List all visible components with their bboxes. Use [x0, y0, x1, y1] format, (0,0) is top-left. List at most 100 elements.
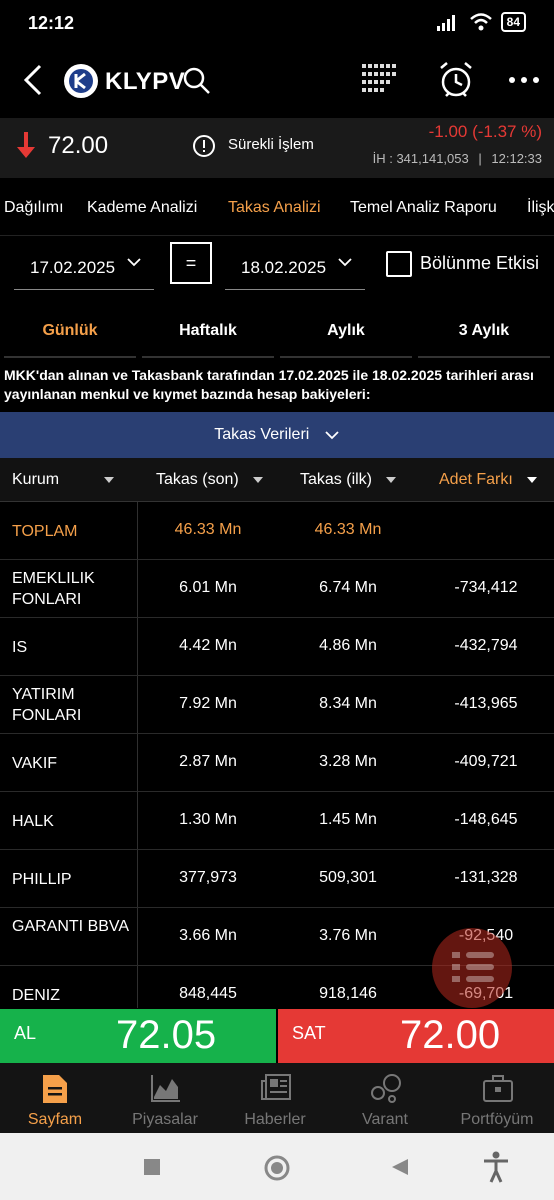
chevron-down-icon [325, 431, 339, 440]
sell-button[interactable]: SAT 72.00 [278, 1009, 554, 1063]
start-date-select[interactable]: 17.02.2025 [14, 244, 154, 290]
row-takas-ilk: 4.86 Mn [319, 637, 377, 654]
table-row[interactable]: YATIRIM FONLARI 7.92 Mn 8.34 Mn -413,965 [0, 676, 554, 734]
table-row[interactable]: VAKIF 2.87 Mn 3.28 Mn -409,721 [0, 734, 554, 792]
nav-label: Varant [362, 1111, 408, 1128]
nav-label: Piyasalar [132, 1111, 198, 1128]
wifi-icon [469, 13, 492, 31]
price-change: -1.00 (-1.37 %) [428, 122, 542, 141]
back-nav-icon[interactable] [390, 1157, 410, 1177]
split-effect-checkbox[interactable] [386, 251, 412, 277]
row-name: YATIRIM FONLARI [12, 686, 82, 724]
row-name: EMEKLILIK FONLARI [12, 570, 95, 608]
sort-icon [386, 476, 397, 483]
buy-button[interactable]: AL 72.05 [0, 1009, 276, 1063]
chevron-down-icon [127, 258, 141, 267]
grid-icon[interactable] [360, 60, 402, 100]
system-navigation-bar [0, 1133, 554, 1200]
ih-info: İH : 341,141,053 | 12:12:33 [372, 151, 542, 166]
arrow-down-icon [17, 132, 35, 158]
row-name: PHILLIP [12, 871, 72, 888]
row-takas-son: 7.92 Mn [179, 695, 237, 712]
price-bar: 72.00 Sürekli İşlem -1.00 (-1.37 %) İH :… [0, 118, 554, 178]
takas-data-dropdown[interactable]: Takas Verileri [0, 412, 554, 458]
split-effect-label: Bölünme Etkisi [420, 253, 540, 273]
battery-indicator: 84 [500, 12, 526, 32]
last-price: 72.00 [48, 132, 109, 159]
equals-box: = [170, 242, 212, 284]
nav-label: Haberler [244, 1111, 306, 1128]
table-row[interactable]: HALK 1.30 Mn 1.45 Mn -148,645 [0, 792, 554, 850]
row-takas-son: 4.42 Mn [179, 637, 237, 654]
tab-kademe-analizi[interactable]: Kademe Analizi [87, 199, 197, 217]
row-name: HALK [12, 813, 54, 830]
nav-piyasalar[interactable]: Piyasalar [110, 1063, 220, 1133]
buy-price: 72.05 [116, 1013, 217, 1057]
trade-bar: AL 72.05 SAT 72.00 [0, 1009, 554, 1063]
row-adet-farki: -131,328 [454, 869, 518, 886]
period-selector: Günlük Haftalık Aylık 3 Aylık [0, 306, 554, 360]
table-row[interactable]: PHILLIP 377,973 509,301 -131,328 [0, 850, 554, 908]
newspaper-icon [261, 1074, 291, 1100]
row-takas-son: 1.30 Mn [179, 811, 237, 828]
row-takas-son: 6.01 Mn [179, 579, 237, 596]
tab-iliskili[interactable]: İlişk [527, 199, 554, 217]
period-weekly[interactable]: Haftalık [142, 306, 274, 358]
info-text: MKK'dan alınan ve Takasbank tarafından 1… [4, 367, 534, 402]
logo-icon [64, 64, 98, 98]
tab-temel-analiz-raporu[interactable]: Temel Analiz Raporu [350, 199, 497, 217]
app-header: KLYPV [0, 46, 554, 116]
column-takas-ilk[interactable]: Takas (ilk) [300, 458, 397, 502]
column-label: Adet Farkı [439, 471, 513, 488]
date-filter-row: 17.02.2025 = 18.02.2025 Bölünme Etkisi [0, 238, 554, 298]
chart-icon [151, 1075, 180, 1102]
nav-varant[interactable]: Varant [330, 1063, 440, 1133]
row-adet-farki: -413,965 [454, 695, 518, 712]
row-takas-ilk: 918,146 [319, 985, 377, 1002]
back-icon[interactable] [18, 60, 50, 100]
bubbles-icon [371, 1074, 401, 1103]
row-adet-farki: -148,645 [454, 811, 518, 828]
table-row[interactable]: IS 4.42 Mn 4.86 Mn -432,794 [0, 618, 554, 676]
tab-dagilimi[interactable]: Dağılımı [4, 199, 64, 217]
more-icon[interactable] [506, 68, 542, 92]
row-adet-farki: -409,721 [454, 753, 518, 770]
table-row-total[interactable]: TOPLAM 46.33 Mn 46.33 Mn [0, 502, 554, 560]
row-name: GARANTI BBVA [12, 918, 130, 935]
document-icon [43, 1075, 67, 1103]
stock-symbol: KLYPV [105, 68, 186, 95]
row-name: DENIZ [12, 987, 60, 1004]
period-3-monthly[interactable]: 3 Aylık [418, 306, 550, 358]
search-icon[interactable] [182, 66, 212, 96]
start-date: 17.02.2025 [30, 258, 116, 277]
recents-icon[interactable] [142, 1157, 162, 1177]
alarm-clock-icon[interactable] [436, 60, 476, 100]
row-takas-ilk: 3.76 Mn [319, 927, 377, 944]
period-monthly[interactable]: Aylık [280, 306, 412, 358]
row-takas-ilk: 46.33 Mn [314, 521, 382, 538]
column-adet-farki[interactable]: Adet Farkı [439, 458, 538, 502]
list-icon [452, 952, 494, 982]
signal-icon [436, 15, 455, 31]
period-daily[interactable]: Günlük [4, 306, 136, 358]
column-label: Takas (ilk) [300, 471, 373, 488]
tab-takas-analizi[interactable]: Takas Analizi [228, 199, 321, 217]
row-takas-son: 377,973 [179, 869, 237, 886]
session-state: Sürekli İşlem [228, 136, 314, 153]
home-icon[interactable] [263, 1154, 291, 1182]
nav-portfoyum[interactable]: Portföyüm [442, 1063, 552, 1133]
column-takas-son[interactable]: Takas (son) [156, 458, 264, 502]
row-takas-son: 3.66 Mn [179, 927, 237, 944]
end-date-select[interactable]: 18.02.2025 [225, 244, 365, 290]
nav-haberler[interactable]: Haberler [220, 1063, 330, 1133]
table-row[interactable]: EMEKLILIK FONLARI 6.01 Mn 6.74 Mn -734,4… [0, 560, 554, 618]
chevron-down-icon [338, 258, 352, 267]
floating-menu-button[interactable] [432, 928, 512, 1008]
column-kurum[interactable]: Kurum [12, 458, 132, 502]
nav-sayfam[interactable]: Sayfam [0, 1063, 110, 1133]
row-takas-son: 46.33 Mn [174, 521, 242, 538]
info-icon[interactable] [192, 134, 216, 158]
buy-label: AL [14, 1023, 37, 1043]
price-time: 12:12:33 [491, 151, 542, 166]
accessibility-icon[interactable] [482, 1151, 510, 1183]
